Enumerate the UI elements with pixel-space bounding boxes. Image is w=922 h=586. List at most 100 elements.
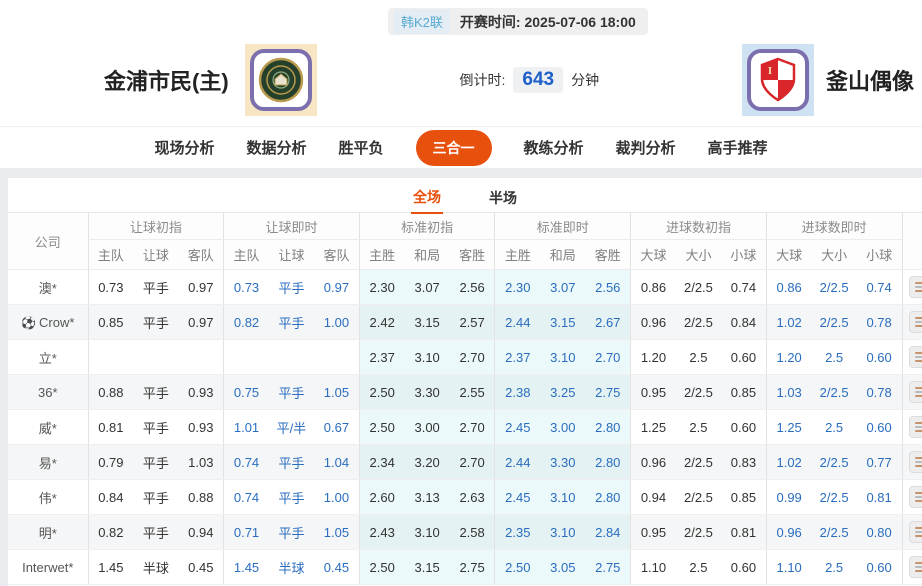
odds-cell: 2.70 [449, 409, 495, 445]
odds-cell: 2.5 [811, 339, 857, 375]
action-cell [901, 549, 922, 585]
odds-cell: 2.37 [494, 339, 541, 375]
nav-tab-6[interactable]: 高手推荐 [708, 137, 768, 158]
league-badge[interactable]: 韩K2联 [394, 9, 450, 34]
odds-cell: 0.60 [856, 339, 902, 375]
company-cell: 澳* [8, 269, 88, 305]
odds-cell: 0.86 [765, 269, 812, 305]
action-cell [901, 479, 922, 515]
odds-row-7: 明* 0.82 平手 0.94 0.71 平手 1.05 2.43 3.10 2.58 2.35 3.… [8, 514, 922, 550]
odds-row-6: 伟* 0.84 平手 0.88 0.74 平手 1.00 2.60 3.13 2.63 2.45 3.… [8, 479, 922, 515]
kickoff-value: 2025-07-06 18:00 [524, 13, 636, 30]
match-header: 韩K2联 开赛时间: 2025-07-06 18:00 金浦市民(主) 倒计时:… [0, 0, 922, 126]
row-detail-button[interactable] [908, 451, 922, 473]
company-cell: 明* [8, 514, 88, 550]
company-name: 伟* [38, 490, 57, 506]
odds-cell: 平手 [133, 374, 179, 410]
odds-cell: 0.67 [314, 409, 360, 445]
company-name: 明* [38, 525, 57, 541]
countdown: 倒计时: 643 分钟 [317, 67, 742, 93]
nav-tabs: 现场分析 数据分析 胜平负 三合一 教练分析 裁判分析 高手推荐 [0, 126, 922, 168]
action-cell [901, 339, 922, 375]
nav-tab-5[interactable]: 裁判分析 [616, 137, 676, 158]
odds-cell: 0.94 [178, 514, 224, 550]
company-name: 澳* [38, 280, 57, 296]
odds-cell [133, 339, 179, 375]
odds-cell: 3.20 [404, 444, 450, 480]
row-detail-button[interactable] [908, 486, 922, 508]
row-detail-button[interactable] [908, 276, 922, 298]
odds-cell: 0.78 [856, 304, 902, 340]
sub-header-5-1: 大小 [811, 239, 857, 270]
odds-cell: 0.83 [721, 444, 767, 480]
match-info-bar: 韩K2联 开赛时间: 2025-07-06 18:00 [388, 8, 648, 35]
home-logo-frame [249, 49, 312, 111]
company-name: Crow* [39, 314, 75, 330]
row-detail-button[interactable] [908, 346, 922, 368]
odds-cell [268, 339, 315, 375]
odds-cell: 2.56 [585, 269, 631, 305]
nav-tab-1[interactable]: 数据分析 [246, 137, 306, 158]
odds-row-2: 立* 2.37 3.10 2.70 2.37 3.10 2.70 1.20 2.5 0.60 1.2… [8, 339, 922, 375]
subtab-0[interactable]: 全场 [411, 181, 443, 214]
odds-cell: 3.15 [404, 304, 450, 340]
away-team-logo: I [741, 44, 814, 116]
row-detail-button[interactable] [908, 311, 922, 333]
odds-cell: 2.35 [494, 514, 541, 550]
odds-cell: 平手 [268, 479, 315, 515]
odds-cell: 2.55 [449, 374, 495, 410]
away-team-name: 釜山偶像 [825, 69, 914, 94]
odds-table: 公司 让球初指 让球即时 标准初指 标准即时 进球数初指 进球数即时 主队 让球 客队 主队 让球客… [8, 212, 922, 585]
odds-cell: 2/2.5 [811, 374, 857, 410]
odds-cell: 平手 [268, 374, 315, 410]
subtab-1[interactable]: 半场 [487, 182, 519, 213]
nav-tab-2[interactable]: 胜平负 [338, 137, 383, 158]
odds-cell: 2/2.5 [675, 479, 722, 515]
odds-cell: 半球 [133, 549, 179, 585]
odds-row-4: 威* 0.81 平手 0.93 1.01 平/半 0.67 2.50 3.00 2.70 2.45 3… [8, 409, 922, 445]
odds-cell: 0.97 [314, 269, 360, 305]
odds-cell: 0.85 [721, 479, 767, 515]
odds-cell: 平手 [133, 409, 179, 445]
company-cell: 伟* [8, 479, 88, 515]
odds-card: 全场 半场 公司 让球初指 让球即时 标准初指 标准即时 进球数初指 进球数即时 主队 让球 客队… [8, 178, 922, 586]
odds-cell: 2.45 [494, 479, 541, 515]
odds-cell: 平手 [133, 444, 179, 480]
odds-row-5: 易* 0.79 平手 1.03 0.74 平手 1.04 2.34 3.20 2.70 2.44 3.… [8, 444, 922, 480]
odds-cell: 2.57 [449, 304, 495, 340]
odds-cell: 0.79 [87, 444, 134, 480]
odds-cell: 2.43 [358, 514, 405, 550]
odds-cell: 3.10 [540, 514, 586, 550]
odds-cell: 1.00 [314, 479, 360, 515]
row-detail-button[interactable] [908, 556, 922, 578]
sub-header-1-1: 让球 [268, 239, 315, 270]
sub-header-3-1: 和局 [540, 239, 586, 270]
company-name: Interwet* [22, 559, 74, 575]
sub-header-4-1: 大小 [675, 239, 722, 270]
odds-cell: 2/2.5 [675, 304, 722, 340]
odds-cell: 2.44 [494, 304, 541, 340]
kickoff-time: 开赛时间: 2025-07-06 18:00 [460, 12, 636, 32]
odds-cell: 3.05 [540, 549, 586, 585]
odds-cell: 平手 [133, 304, 179, 340]
sub-header-2-1: 和局 [404, 239, 450, 270]
odds-cell: 2.50 [494, 549, 541, 585]
nav-tab-4[interactable]: 教练分析 [524, 137, 584, 158]
row-detail-button[interactable] [908, 416, 922, 438]
home-team-logo [244, 44, 317, 116]
odds-cell: 2/2.5 [811, 304, 857, 340]
odds-cell: 1.02 [765, 304, 812, 340]
odds-cell: 平手 [133, 514, 179, 550]
group-header-5: 进球数即时 [765, 212, 902, 240]
nav-tab-3[interactable]: 三合一 [415, 129, 492, 166]
sub-header-2-0: 主胜 [358, 239, 405, 270]
row-detail-button[interactable] [908, 381, 922, 403]
odds-cell: 1.05 [314, 374, 360, 410]
odds-cell: 1.03 [765, 374, 812, 410]
row-detail-button[interactable] [908, 521, 922, 543]
home-badge-icon [258, 57, 303, 103]
company-name: 立* [38, 350, 57, 366]
nav-tab-0[interactable]: 现场分析 [154, 137, 214, 158]
odds-cell: 平手 [268, 269, 315, 305]
odds-cell: 0.93 [178, 409, 224, 445]
